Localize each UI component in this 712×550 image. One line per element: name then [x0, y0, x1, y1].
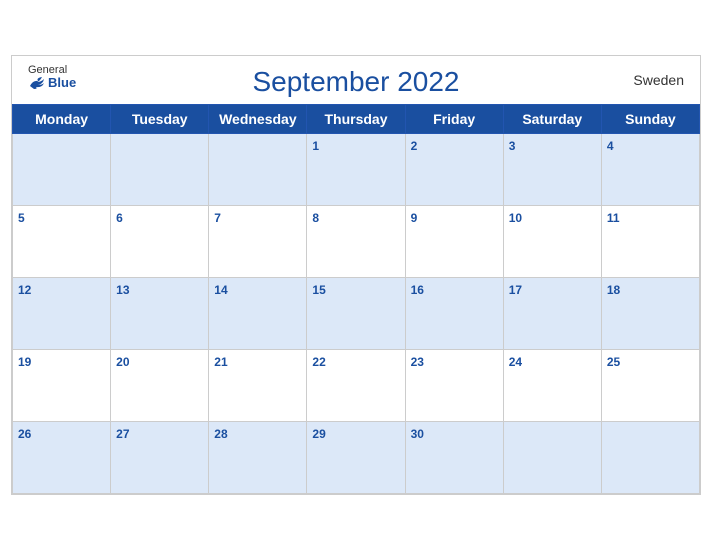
- day-cell-10: 10: [503, 206, 601, 278]
- week-row-3: 12 13 14 15 16 17 18: [13, 278, 700, 350]
- empty-cell: [209, 134, 307, 206]
- day-number-1: 1: [312, 139, 319, 153]
- day-number-22: 22: [312, 355, 325, 369]
- day-cell-8: 8: [307, 206, 405, 278]
- day-number-23: 23: [411, 355, 424, 369]
- weekday-header-saturday: Saturday: [503, 105, 601, 134]
- day-number-21: 21: [214, 355, 227, 369]
- day-number-7: 7: [214, 211, 221, 225]
- day-number-13: 13: [116, 283, 129, 297]
- day-number-3: 3: [509, 139, 516, 153]
- day-number-20: 20: [116, 355, 129, 369]
- day-cell-18: 18: [601, 278, 699, 350]
- weekday-header-thursday: Thursday: [307, 105, 405, 134]
- logo-blue-text: Blue: [28, 76, 76, 90]
- day-number-14: 14: [214, 283, 227, 297]
- day-cell-4: 4: [601, 134, 699, 206]
- day-cell-11: 11: [601, 206, 699, 278]
- day-number-8: 8: [312, 211, 319, 225]
- day-cell-9: 9: [405, 206, 503, 278]
- week-row-2: 5 6 7 8 9 10 11: [13, 206, 700, 278]
- day-cell-14: 14: [209, 278, 307, 350]
- day-number-4: 4: [607, 139, 614, 153]
- weekday-header-wednesday: Wednesday: [209, 105, 307, 134]
- day-cell-29: 29: [307, 422, 405, 494]
- weekday-header-sunday: Sunday: [601, 105, 699, 134]
- day-cell-7: 7: [209, 206, 307, 278]
- day-cell-2: 2: [405, 134, 503, 206]
- day-cell-21: 21: [209, 350, 307, 422]
- day-cell-23: 23: [405, 350, 503, 422]
- day-number-16: 16: [411, 283, 424, 297]
- day-number-10: 10: [509, 211, 522, 225]
- day-cell-3: 3: [503, 134, 601, 206]
- day-number-11: 11: [607, 211, 620, 225]
- day-cell-27: 27: [111, 422, 209, 494]
- day-number-28: 28: [214, 427, 227, 441]
- day-number-27: 27: [116, 427, 129, 441]
- day-number-19: 19: [18, 355, 31, 369]
- empty-cell: [503, 422, 601, 494]
- day-number-18: 18: [607, 283, 620, 297]
- day-number-29: 29: [312, 427, 325, 441]
- weekday-header-tuesday: Tuesday: [111, 105, 209, 134]
- empty-cell: [601, 422, 699, 494]
- day-number-25: 25: [607, 355, 620, 369]
- day-cell-20: 20: [111, 350, 209, 422]
- week-row-5: 26 27 28 29 30: [13, 422, 700, 494]
- day-cell-28: 28: [209, 422, 307, 494]
- country-label: Sweden: [633, 72, 684, 88]
- day-number-2: 2: [411, 139, 418, 153]
- day-number-30: 30: [411, 427, 424, 441]
- week-row-1: 1 2 3 4: [13, 134, 700, 206]
- day-number-26: 26: [18, 427, 31, 441]
- day-number-12: 12: [18, 283, 31, 297]
- logo: General Blue: [28, 64, 76, 90]
- empty-cell: [13, 134, 111, 206]
- day-number-17: 17: [509, 283, 522, 297]
- day-cell-26: 26: [13, 422, 111, 494]
- day-cell-22: 22: [307, 350, 405, 422]
- day-number-5: 5: [18, 211, 25, 225]
- weekday-header-friday: Friday: [405, 105, 503, 134]
- empty-cell: [111, 134, 209, 206]
- day-cell-5: 5: [13, 206, 111, 278]
- day-cell-19: 19: [13, 350, 111, 422]
- day-number-9: 9: [411, 211, 418, 225]
- day-cell-24: 24: [503, 350, 601, 422]
- day-cell-12: 12: [13, 278, 111, 350]
- day-cell-13: 13: [111, 278, 209, 350]
- week-row-4: 19 20 21 22 23 24 25: [13, 350, 700, 422]
- day-cell-15: 15: [307, 278, 405, 350]
- day-cell-6: 6: [111, 206, 209, 278]
- weekday-header-monday: Monday: [13, 105, 111, 134]
- day-number-15: 15: [312, 283, 325, 297]
- calendar-container: General Blue September 2022 Sweden Monda…: [11, 55, 701, 495]
- day-cell-16: 16: [405, 278, 503, 350]
- logo-bird-icon: [28, 76, 46, 90]
- calendar-title: September 2022: [252, 66, 459, 98]
- day-number-6: 6: [116, 211, 123, 225]
- day-cell-17: 17: [503, 278, 601, 350]
- calendar-header: General Blue September 2022 Sweden: [12, 56, 700, 104]
- calendar-table: MondayTuesdayWednesdayThursdayFridaySatu…: [12, 104, 700, 494]
- weekday-header-row: MondayTuesdayWednesdayThursdayFridaySatu…: [13, 105, 700, 134]
- day-cell-25: 25: [601, 350, 699, 422]
- day-number-24: 24: [509, 355, 522, 369]
- day-cell-1: 1: [307, 134, 405, 206]
- day-cell-30: 30: [405, 422, 503, 494]
